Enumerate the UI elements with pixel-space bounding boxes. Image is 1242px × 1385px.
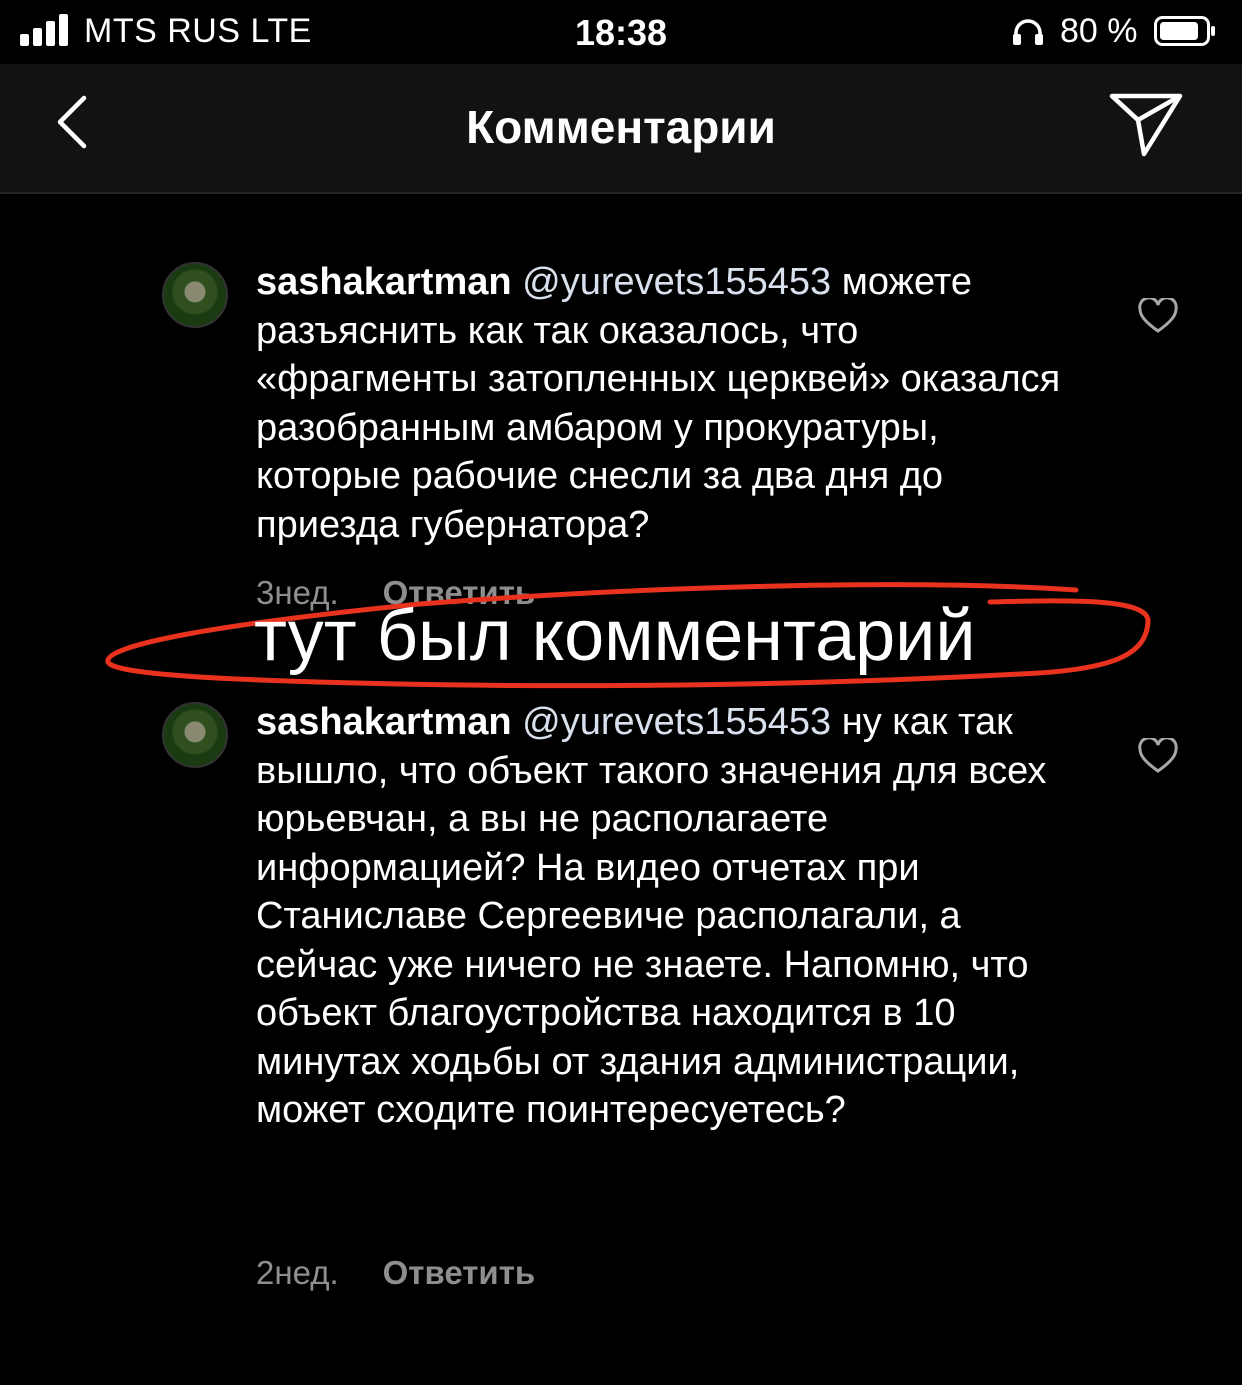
comment-username[interactable]: sashakartman <box>256 701 512 743</box>
battery-percent: 80 % <box>1060 12 1138 50</box>
comment-body: sashakartman @yurevets155453 можете разъ… <box>256 258 1086 549</box>
comment-meta: 2нед. Ответить <box>256 1254 535 1292</box>
comment-text: можете разъяснить как так оказалось, что… <box>256 261 1061 546</box>
comment-time: 2нед. <box>256 1254 339 1291</box>
comment-text: ну как так вышло, что объект такого знач… <box>256 701 1047 1131</box>
avatar[interactable] <box>162 702 228 768</box>
avatar[interactable] <box>162 262 228 328</box>
reply-button[interactable]: Ответить <box>383 1254 536 1291</box>
comment-mention[interactable]: @yurevets155453 <box>522 701 831 743</box>
navigation-bar: Комментарии <box>0 64 1242 194</box>
annotation-text: тут был комментарий <box>254 596 976 676</box>
headphones-icon <box>1013 19 1043 45</box>
comment-mention[interactable]: @yurevets155453 <box>522 261 831 303</box>
heart-icon[interactable] <box>1138 298 1178 334</box>
comment-username[interactable]: sashakartman <box>256 261 512 303</box>
clock: 18:38 <box>574 12 668 53</box>
status-bar: MTS RUS LTE 18:38 80 % <box>0 0 1242 64</box>
page-title: Комментарии <box>466 101 776 153</box>
heart-icon[interactable] <box>1138 738 1178 774</box>
battery-icon <box>1154 16 1215 46</box>
comment-body: sashakartman @yurevets155453 ну как так … <box>256 698 1086 1135</box>
paper-plane-icon[interactable] <box>1104 88 1188 160</box>
